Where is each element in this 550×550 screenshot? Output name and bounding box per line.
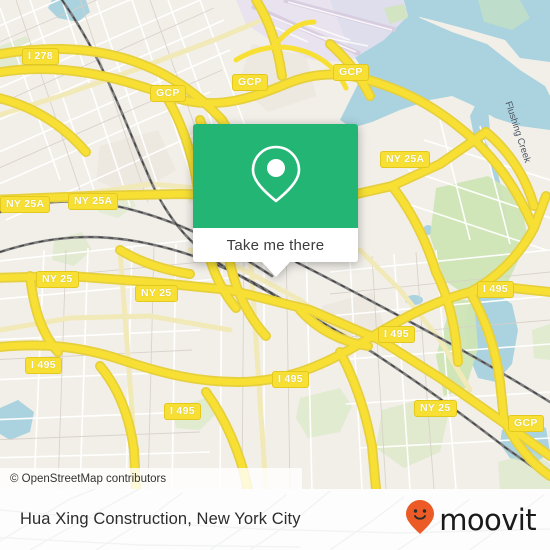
road-shield: GCP [232, 74, 268, 91]
road-shield: I 495 [378, 326, 415, 343]
road-shield: NY 25 [36, 271, 79, 288]
road-shield: I 495 [25, 357, 62, 374]
moovit-smiley-pin-icon [405, 499, 435, 540]
page-title: Hua Xing Construction, New York City [20, 510, 301, 528]
take-me-there-button[interactable]: Take me there [227, 237, 325, 254]
road-shield: NY 25A [380, 151, 431, 168]
popup-pointer [261, 262, 290, 277]
road-shield: NY 25 [414, 400, 457, 417]
popup-footer[interactable]: Take me there [193, 228, 358, 277]
map-canvas[interactable]: I 278 GCP GCP GCP NY 25A NY 25A NY 25A NY 25 NY … [0, 0, 550, 489]
popup-header [193, 124, 358, 228]
place-popup-card[interactable]: Take me there [193, 124, 358, 277]
moovit-logo[interactable]: moovit [405, 499, 537, 540]
road-shield: GCP [150, 85, 186, 102]
road-shield: NY 25A [0, 196, 51, 213]
road-shield: NY 25A [68, 193, 119, 210]
footer-bar: Hua Xing Construction, New York City moo… [0, 489, 550, 550]
road-shield: GCP [508, 415, 544, 432]
attribution-bar: © OpenStreetMap contributors [0, 468, 302, 489]
road-shield: I 495 [477, 281, 514, 298]
road-shield: I 495 [164, 403, 201, 420]
map-pin-icon [247, 143, 305, 210]
road-shield: I 495 [272, 371, 309, 388]
moovit-wordmark: moovit [439, 502, 536, 537]
road-shield: GCP [333, 64, 369, 81]
road-shield: NY 25 [135, 285, 178, 302]
osm-attribution-text[interactable]: © OpenStreetMap contributors [0, 473, 166, 485]
road-shield: I 278 [22, 48, 59, 65]
